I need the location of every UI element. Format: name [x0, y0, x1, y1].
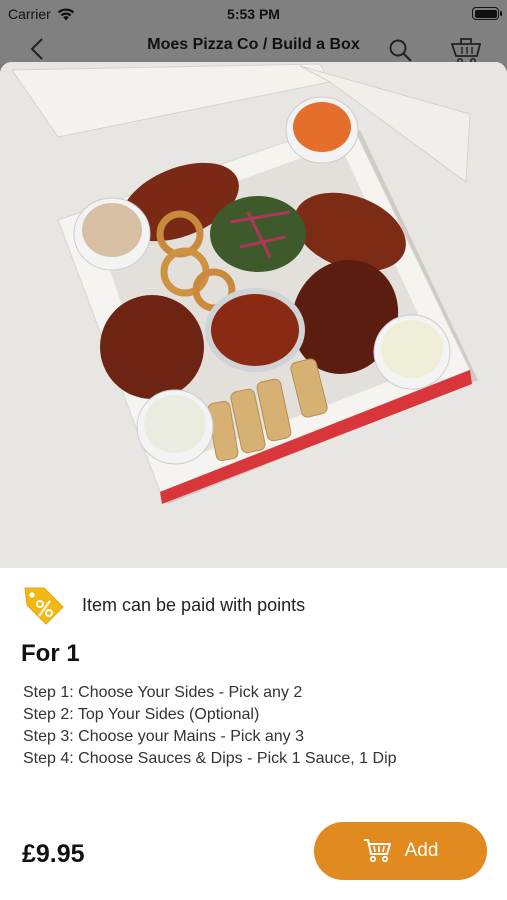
step-item: Step 1: Choose Your Sides - Pick any 2	[23, 684, 303, 701]
status-time: 5:53 PM	[227, 6, 280, 22]
cart-icon	[363, 839, 391, 863]
battery-icon	[472, 7, 502, 20]
status-bar: Carrier 5:53 PM	[0, 0, 507, 28]
steps-list: Step 1: Choose Your Sides - Pick any 2 S…	[23, 682, 397, 770]
nav-bar: Moes Pizza Co / Build a Box	[0, 28, 507, 64]
product-image	[0, 62, 507, 568]
product-price: £9.95	[22, 840, 85, 868]
page-title: Moes Pizza Co / Build a Box	[147, 36, 360, 53]
product-sheet: Item can be paid with points For 1 Step …	[0, 62, 507, 900]
search-icon[interactable]	[388, 38, 414, 64]
step-item: Step 2: Top Your Sides (Optional)	[23, 706, 260, 723]
add-button[interactable]: Add	[314, 822, 487, 880]
product-name: For 1	[21, 640, 80, 667]
points-label: Item can be paid with points	[82, 594, 306, 615]
add-button-label: Add	[404, 840, 439, 861]
points-info: Item can be paid with points	[22, 584, 305, 626]
step-item: Step 4: Choose Sauces & Dips - Pick 1 Sa…	[23, 750, 397, 767]
step-item: Step 3: Choose your Mains - Pick any 3	[23, 728, 305, 745]
discount-tag-icon	[24, 587, 64, 625]
